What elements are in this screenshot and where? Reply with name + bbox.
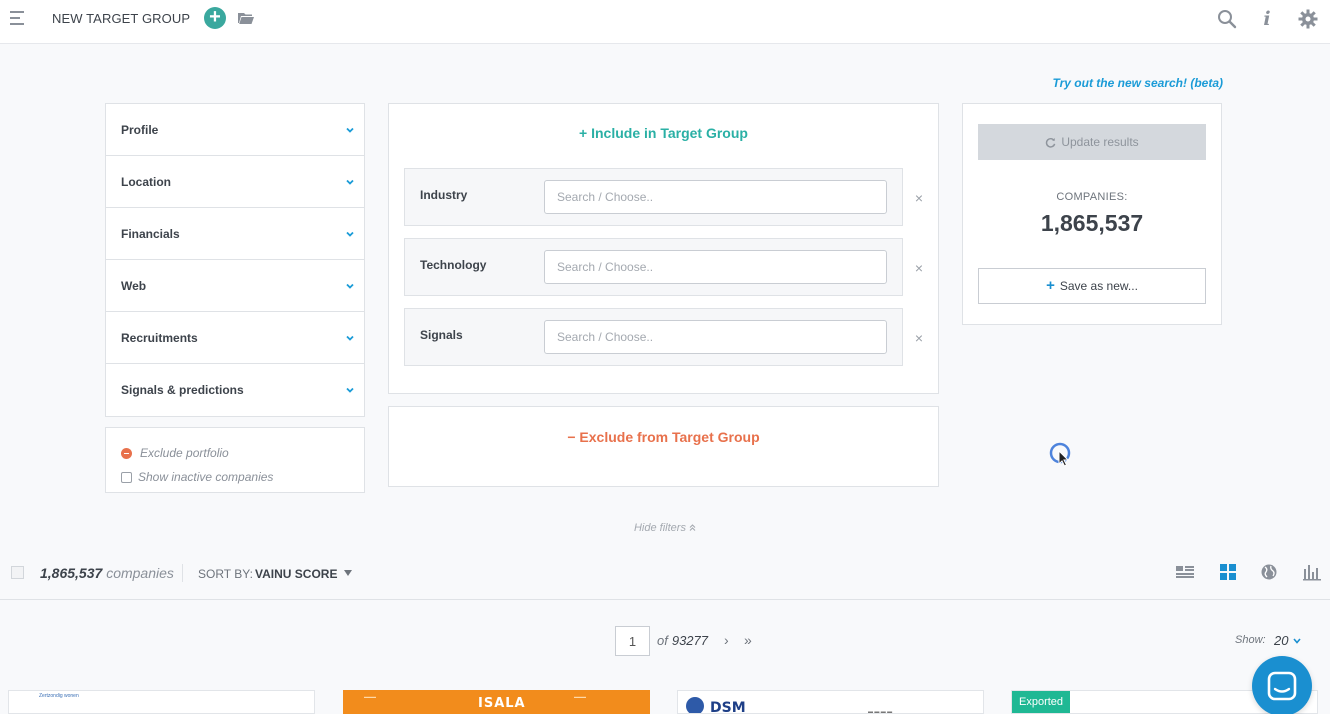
search-icon[interactable] bbox=[1216, 8, 1238, 30]
hide-filters-label: Hide filters bbox=[633, 522, 686, 534]
filter-category-list: Profile Location Financials Web Recruitm… bbox=[105, 103, 365, 417]
chevron-down-icon bbox=[346, 127, 354, 133]
page-total-value: 93277 bbox=[671, 633, 708, 648]
criterion-label: Technology bbox=[420, 258, 487, 272]
mouse-cursor-icon bbox=[1049, 442, 1071, 467]
results-count-unit: companies bbox=[106, 565, 174, 581]
refresh-icon bbox=[1046, 137, 1056, 148]
filter-recruitments[interactable]: Recruitments bbox=[106, 312, 364, 364]
company-card[interactable]: Zertzondig wonen bbox=[8, 690, 315, 714]
filter-label: Web bbox=[121, 278, 147, 293]
industry-search-input[interactable] bbox=[544, 180, 887, 214]
page-total: of 93277 bbox=[657, 633, 708, 648]
exclude-portfolio-option: Exclude portfolio bbox=[121, 441, 364, 465]
filter-label: Location bbox=[121, 174, 171, 189]
filter-label: Financials bbox=[121, 226, 180, 241]
remove-technology-button[interactable]: × bbox=[913, 261, 925, 275]
chart-view-icon[interactable] bbox=[1302, 563, 1322, 581]
exported-badge: Exported bbox=[1012, 691, 1071, 713]
criterion-row-signals: Signals bbox=[404, 308, 903, 366]
new-search-beta-link[interactable]: Try out the new search! (beta) bbox=[1053, 76, 1223, 90]
remove-signals-button[interactable]: × bbox=[913, 331, 925, 345]
update-results-button[interactable]: Update results bbox=[978, 124, 1206, 160]
card-thumbnail-nav: ▬▬▬ bbox=[574, 694, 586, 699]
card-thumbnail-nav: ▬▬▬ bbox=[364, 694, 376, 699]
chevron-down-icon bbox=[346, 179, 354, 185]
exclude-panel: − Exclude from Target Group bbox=[388, 406, 939, 487]
chevron-down-icon bbox=[346, 387, 354, 393]
sort-by-select[interactable]: VAINU SCORE bbox=[255, 567, 337, 581]
filter-profile[interactable]: Profile bbox=[106, 104, 364, 156]
exclude-title[interactable]: − Exclude from Target Group bbox=[389, 429, 938, 445]
technology-search-input[interactable] bbox=[544, 250, 887, 284]
card-thumbnail-brand: ISALA bbox=[478, 696, 526, 711]
chevron-down-icon bbox=[346, 335, 354, 341]
grid-view-icon[interactable] bbox=[1218, 563, 1238, 581]
exclude-portfolio-label[interactable]: Exclude portfolio bbox=[140, 446, 229, 460]
results-toolbar: 1,865,537 companies SORT BY: VAINU SCORE bbox=[0, 548, 1330, 600]
save-as-new-button[interactable]: + Save as new... bbox=[978, 268, 1206, 304]
chevron-down-icon bbox=[346, 231, 354, 237]
info-icon[interactable]: i bbox=[1256, 8, 1278, 30]
card-thumbnail-text: Zertzondig wonen bbox=[39, 693, 79, 699]
plus-icon: + bbox=[1046, 277, 1055, 294]
gear-icon[interactable] bbox=[1297, 8, 1319, 30]
filter-location[interactable]: Location bbox=[106, 156, 364, 208]
filter-options: Exclude portfolio Show inactive companie… bbox=[105, 427, 365, 493]
menu-icon[interactable] bbox=[10, 11, 26, 27]
filter-web[interactable]: Web bbox=[106, 260, 364, 312]
page-number-input[interactable] bbox=[615, 626, 650, 656]
hide-filters-toggle[interactable]: Hide filters bbox=[0, 522, 1330, 534]
top-bar: NEW TARGET GROUP + i bbox=[0, 0, 1330, 44]
filter-financials[interactable]: Financials bbox=[106, 208, 364, 260]
criterion-row-industry: Industry bbox=[404, 168, 903, 226]
criterion-label: Industry bbox=[420, 188, 468, 202]
page-size-select[interactable]: 20 bbox=[1274, 633, 1288, 648]
minus-circle-icon[interactable] bbox=[121, 447, 132, 459]
results-count: 1,865,537 companies bbox=[40, 565, 174, 581]
company-card[interactable]: ▬▬▬ ISALA ▬▬▬ bbox=[343, 690, 650, 714]
company-card[interactable]: DSM ▬ ▬ ▬ ▬ bbox=[677, 690, 984, 714]
next-page-button[interactable]: › bbox=[724, 632, 729, 648]
criterion-label: Signals bbox=[420, 328, 463, 342]
page-title: NEW TARGET GROUP bbox=[52, 11, 191, 26]
folder-icon[interactable] bbox=[238, 12, 254, 24]
chevron-double-up-icon bbox=[689, 524, 696, 531]
toolbar-divider bbox=[182, 564, 183, 582]
filter-label: Recruitments bbox=[121, 330, 198, 345]
last-page-button[interactable]: » bbox=[744, 632, 752, 648]
show-inactive-label[interactable]: Show inactive companies bbox=[138, 470, 273, 484]
page-size-label: Show: bbox=[1235, 634, 1266, 646]
dsm-logo-icon bbox=[686, 697, 704, 713]
remove-industry-button[interactable]: × bbox=[913, 191, 925, 205]
caret-down-icon[interactable] bbox=[344, 570, 352, 576]
filter-label: Profile bbox=[121, 122, 159, 137]
chat-icon bbox=[1267, 671, 1297, 701]
card-thumbnail-brand: DSM bbox=[710, 700, 746, 714]
update-results-label: Update results bbox=[1061, 135, 1139, 149]
chat-launcher-button[interactable] bbox=[1252, 656, 1312, 714]
globe-map-view-icon[interactable] bbox=[1259, 563, 1279, 581]
save-as-new-label: Save as new... bbox=[1059, 279, 1138, 293]
include-panel: + Include in Target Group Industry × Tec… bbox=[388, 103, 939, 394]
companies-label: COMPANIES: bbox=[1056, 191, 1128, 203]
show-inactive-option: Show inactive companies bbox=[121, 465, 364, 489]
companies-count: 1,865,537 bbox=[1040, 210, 1144, 236]
card-thumbnail-nav: ▬ ▬ ▬ ▬ bbox=[868, 709, 893, 714]
select-all-checkbox[interactable] bbox=[11, 566, 24, 579]
chevron-down-icon[interactable] bbox=[1293, 638, 1301, 644]
sort-by-label: SORT BY: bbox=[198, 567, 253, 581]
signals-search-input[interactable] bbox=[544, 320, 887, 354]
include-title[interactable]: + Include in Target Group bbox=[389, 125, 938, 141]
results-summary: Update results COMPANIES: 1,865,537 + Sa… bbox=[962, 103, 1222, 325]
list-view-icon[interactable] bbox=[1175, 563, 1195, 581]
criterion-row-technology: Technology bbox=[404, 238, 903, 296]
filter-label: Signals & predictions bbox=[121, 383, 244, 397]
results-count-value: 1,865,537 bbox=[40, 565, 103, 581]
show-inactive-checkbox[interactable] bbox=[121, 471, 132, 483]
page-of-label: of bbox=[657, 633, 668, 648]
chevron-down-icon bbox=[346, 283, 354, 289]
filter-signals-predictions[interactable]: Signals & predictions bbox=[106, 364, 364, 416]
add-target-group-button[interactable]: + bbox=[204, 7, 226, 29]
